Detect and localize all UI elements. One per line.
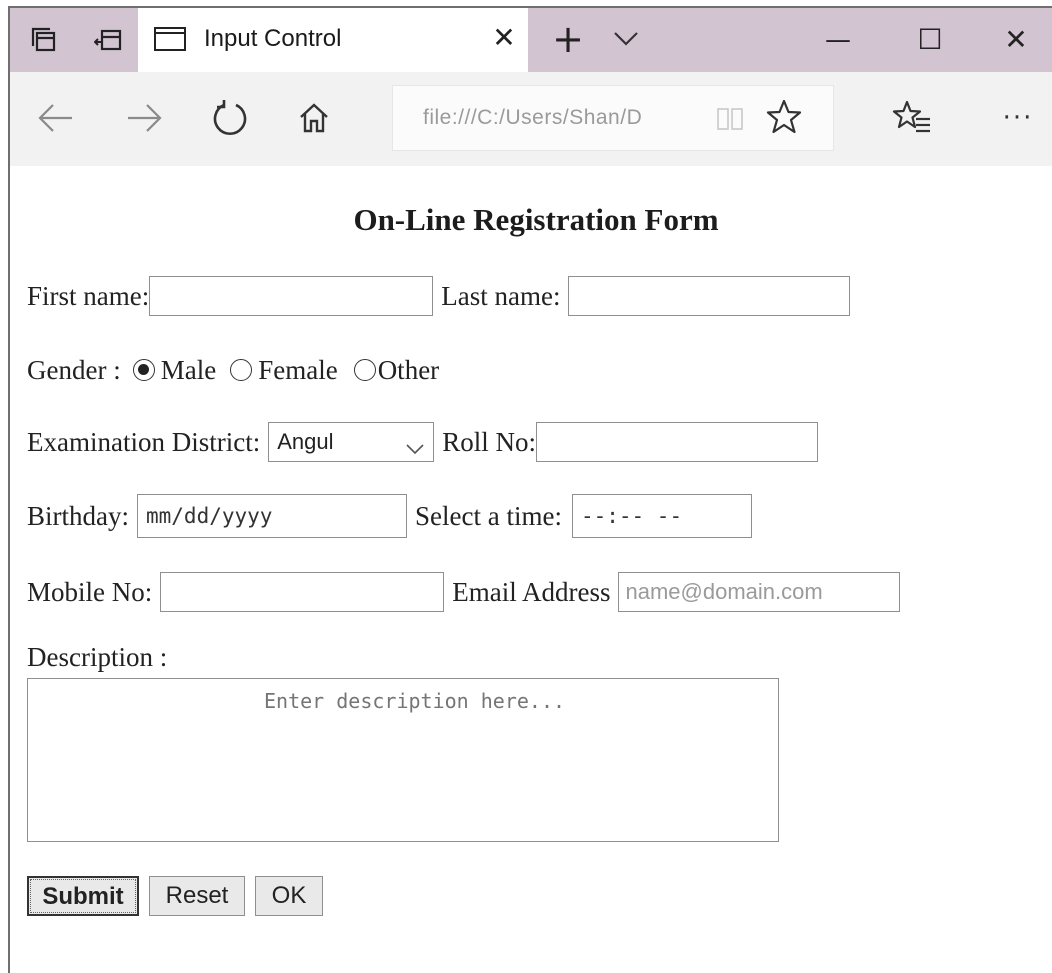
- gender-male-radio[interactable]: [132, 359, 155, 381]
- gender-female-label: Female: [258, 354, 338, 385]
- page-content: On-Line Registration Form First name: La…: [10, 166, 1052, 973]
- back-arrow-icon[interactable]: [30, 92, 82, 144]
- ok-button[interactable]: OK: [255, 876, 323, 916]
- roll-no-label: Roll No:: [442, 426, 536, 457]
- form-title: On-Line Registration Form: [353, 202, 719, 237]
- mobile-no-label: Mobile No:: [27, 576, 153, 607]
- contact-row: Mobile No: Email Address: [27, 570, 901, 614]
- description-label: Description :: [27, 641, 168, 672]
- forward-arrow-icon[interactable]: [118, 92, 170, 144]
- birthday-label: Birthday:: [27, 500, 129, 531]
- reset-button[interactable]: Reset: [149, 876, 245, 916]
- refresh-icon[interactable]: [204, 92, 256, 144]
- maximize-button[interactable]: ☐: [910, 20, 950, 60]
- description-row: Description :: [27, 640, 167, 674]
- tab-close-icon[interactable]: ✕: [486, 20, 522, 56]
- gender-other-label: Other: [377, 354, 440, 385]
- time-input[interactable]: --:-- --: [571, 494, 752, 538]
- navigation-bar: file:///C:/Users/Shan/D ···: [10, 72, 1052, 166]
- first-name-label: First name:: [27, 280, 150, 311]
- mobile-no-input[interactable]: [160, 572, 445, 612]
- new-tab-button[interactable]: +: [548, 19, 588, 59]
- show-tab-previews-icon[interactable]: [94, 26, 122, 54]
- reading-view-icon[interactable]: [715, 104, 745, 134]
- birthday-date-input[interactable]: mm/dd/yyyy: [137, 494, 407, 538]
- favorite-star-icon[interactable]: [761, 94, 807, 140]
- email-input[interactable]: [618, 572, 901, 612]
- gender-male-label: Male: [160, 354, 217, 385]
- time-placeholder: --:-- --: [580, 504, 683, 528]
- district-selected-value: Angul: [277, 429, 334, 454]
- district-label: Examination District:: [27, 426, 261, 457]
- gender-label: Gender :: [27, 354, 121, 385]
- close-window-button[interactable]: ✕: [996, 20, 1036, 60]
- set-aside-tabs-icon[interactable]: [30, 26, 58, 54]
- chevron-down-icon: [405, 433, 425, 455]
- address-url: file:///C:/Users/Shan/D: [423, 106, 643, 129]
- more-glyph: ···: [1002, 103, 1034, 133]
- chevron-down-icon[interactable]: [610, 22, 642, 54]
- more-icon[interactable]: ···: [990, 92, 1046, 144]
- gender-other-radio[interactable]: [353, 359, 376, 381]
- roll-no-input[interactable]: [535, 422, 818, 462]
- last-name-label: Last name:: [441, 280, 561, 311]
- district-row: Examination District: Angul Roll No:: [27, 420, 818, 464]
- time-label: Select a time:: [415, 500, 562, 531]
- home-icon[interactable]: [288, 92, 340, 144]
- district-select[interactable]: Angul: [268, 422, 435, 462]
- name-row: First name: Last name:: [27, 274, 851, 318]
- birthday-placeholder: mm/dd/yyyy: [146, 504, 273, 528]
- gender-row: Gender : Male Female Other: [27, 348, 439, 392]
- email-label: Email Address: [452, 576, 611, 607]
- gender-female-radio[interactable]: [230, 359, 253, 381]
- favorites-hub-icon[interactable]: [886, 92, 938, 144]
- date-time-row: Birthday: mm/dd/yyyy Select a time: --:-…: [27, 494, 752, 538]
- first-name-input[interactable]: [149, 276, 434, 316]
- tab-input-control[interactable]: Input Control ✕: [138, 8, 528, 72]
- tab-title: Input Control: [204, 25, 342, 52]
- address-bar[interactable]: file:///C:/Users/Shan/D: [392, 85, 834, 151]
- tab-strip: Input Control ✕ + — ☐ ✕: [10, 8, 1052, 72]
- description-textarea[interactable]: [27, 678, 779, 842]
- last-name-input[interactable]: [568, 276, 851, 316]
- minimize-button[interactable]: —: [818, 20, 858, 60]
- page-icon: [154, 27, 186, 51]
- browser-window: Input Control ✕ + — ☐ ✕ file:///C:/Users…: [8, 6, 1052, 973]
- submit-button[interactable]: Submit: [27, 876, 139, 916]
